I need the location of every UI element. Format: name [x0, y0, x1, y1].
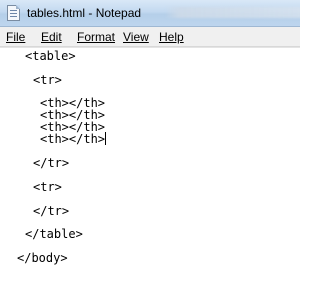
menu-view-label: View: [123, 30, 149, 44]
blurred-title-region: [165, 7, 300, 18]
code-line: </tr>: [33, 156, 70, 170]
code-line: <tr>: [33, 73, 62, 87]
menu-format[interactable]: Format: [77, 30, 115, 44]
text-editor-area[interactable]: <table> <tr> <th></th> <th></th> <th></t…: [0, 47, 300, 293]
menu-help-label: Help: [159, 30, 184, 44]
code-line: </table>: [25, 227, 83, 241]
menu-edit-label: Edit: [41, 30, 62, 44]
text-caret: [105, 132, 106, 145]
menu-edit[interactable]: Edit: [41, 30, 62, 44]
menu-file-label: File: [6, 30, 26, 44]
menu-bar: File Edit Format View Help: [0, 27, 300, 47]
notepad-window: tables.html - Notepad File Edit Format V…: [0, 0, 300, 293]
menu-view[interactable]: View: [123, 30, 149, 44]
code-line: </body>: [17, 251, 68, 265]
window-title: tables.html - Notepad: [27, 6, 142, 20]
code-line: <tr>: [33, 180, 62, 194]
code-line: <table>: [25, 49, 76, 63]
menu-format-label: Format: [77, 30, 116, 44]
title-bar[interactable]: tables.html - Notepad: [0, 0, 300, 27]
menu-help[interactable]: Help: [159, 30, 184, 44]
code-line: </tr>: [33, 204, 70, 218]
code-line: <th></th>: [40, 132, 106, 146]
menu-file[interactable]: File: [6, 30, 25, 44]
notepad-icon[interactable]: [7, 5, 20, 21]
